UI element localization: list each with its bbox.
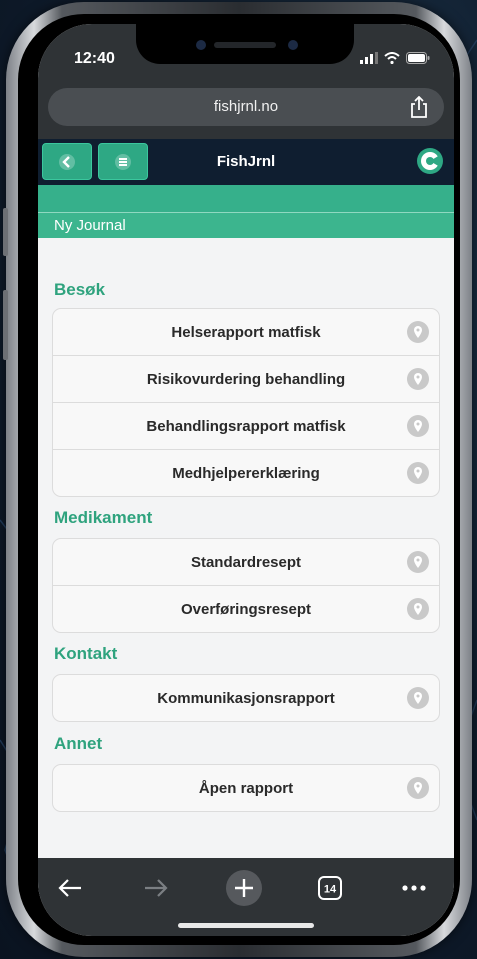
share-icon[interactable] [410, 96, 428, 118]
more-button[interactable] [394, 868, 434, 908]
group-annet: Åpen rapport [52, 764, 440, 812]
list-item-kommunikasjonsrapport[interactable]: Kommunikasjonsrapport [53, 675, 439, 721]
location-pin-icon [407, 687, 429, 709]
list-item-medhjelpererklaering[interactable]: Medhjelpererklæring [53, 450, 439, 496]
tabs-icon: 14 [318, 876, 342, 900]
list-item-label: Standardresept [190, 554, 302, 571]
list-item-helserapport[interactable]: Helserapport matfisk [53, 309, 439, 356]
browser-forward-button[interactable] [136, 868, 176, 908]
location-pin-icon [407, 777, 429, 799]
journal-list: Besøk Helserapport matfisk Risikovurderi… [38, 238, 454, 858]
list-item-label: Kommunikasjonsrapport [157, 690, 335, 707]
battery-icon [406, 52, 430, 64]
signal-icon [360, 52, 378, 64]
more-icon [402, 885, 426, 891]
status-icons [360, 52, 430, 64]
home-indicator[interactable] [178, 923, 314, 928]
back-arrow-icon [58, 879, 81, 897]
section-title-medikament: Medikament [54, 508, 153, 527]
phone-screen: 12:40 fishjrnl.no FishJrnl Ny Journal Be… [38, 24, 454, 936]
section-title-kontakt: Kontakt [54, 644, 118, 663]
tabs-button[interactable]: 14 [310, 868, 350, 908]
list-item-standardresept[interactable]: Standardresept [53, 539, 439, 586]
list-item-label: Helserapport matfisk [171, 324, 321, 341]
list-item-label: Åpen rapport [198, 780, 294, 797]
list-item-label: Overføringsresept [180, 601, 312, 618]
page-title: Ny Journal [54, 217, 126, 234]
page-title-bar: Ny Journal [38, 212, 454, 240]
app-brand: FishJrnl [216, 153, 276, 170]
front-camera [288, 40, 298, 50]
location-pin-icon [407, 551, 429, 573]
url-text: fishjrnl.no [213, 98, 279, 115]
address-bar[interactable]: fishjrnl.no [48, 88, 444, 126]
browser-top-chrome: 12:40 fishjrnl.no [38, 24, 454, 139]
location-pin-icon [407, 462, 429, 484]
list-item-label: Risikovurdering behandling [146, 371, 346, 388]
browser-back-button[interactable] [50, 868, 90, 908]
side-button-mute [3, 208, 8, 256]
group-kontakt: Kommunikasjonsrapport [52, 674, 440, 722]
side-button-volume-up [3, 290, 8, 360]
sensor-dot [196, 40, 206, 50]
location-pin-icon [407, 598, 429, 620]
list-item-behandlingsrapport[interactable]: Behandlingsrapport matfisk [53, 403, 439, 450]
section-title-annet: Annet [54, 734, 103, 753]
group-medikament: Standardresept Overføringsresept [52, 538, 440, 633]
status-time: 12:40 [74, 50, 115, 67]
new-tab-button[interactable] [224, 868, 264, 908]
location-pin-icon [407, 368, 429, 390]
section-title-besok: Besøk [54, 280, 106, 299]
plus-icon [226, 870, 262, 906]
app-logo [417, 148, 443, 174]
header-accent-band [38, 185, 454, 212]
location-pin-icon [407, 321, 429, 343]
group-besok: Helserapport matfisk Risikovurdering beh… [52, 308, 440, 497]
list-item-risikovurdering[interactable]: Risikovurdering behandling [53, 356, 439, 403]
location-pin-icon [407, 415, 429, 437]
speaker-grille [214, 42, 276, 48]
tab-count: 14 [324, 884, 337, 896]
list-item-apen-rapport[interactable]: Åpen rapport [53, 765, 439, 811]
list-item-overforingsresept[interactable]: Overføringsresept [53, 586, 439, 632]
notch [136, 24, 354, 64]
app-header: FishJrnl [38, 139, 454, 185]
forward-arrow-icon [145, 879, 168, 897]
list-item-label: Behandlingsrapport matfisk [146, 418, 346, 435]
list-item-label: Medhjelpererklæring [172, 465, 320, 482]
wifi-icon [384, 52, 400, 64]
